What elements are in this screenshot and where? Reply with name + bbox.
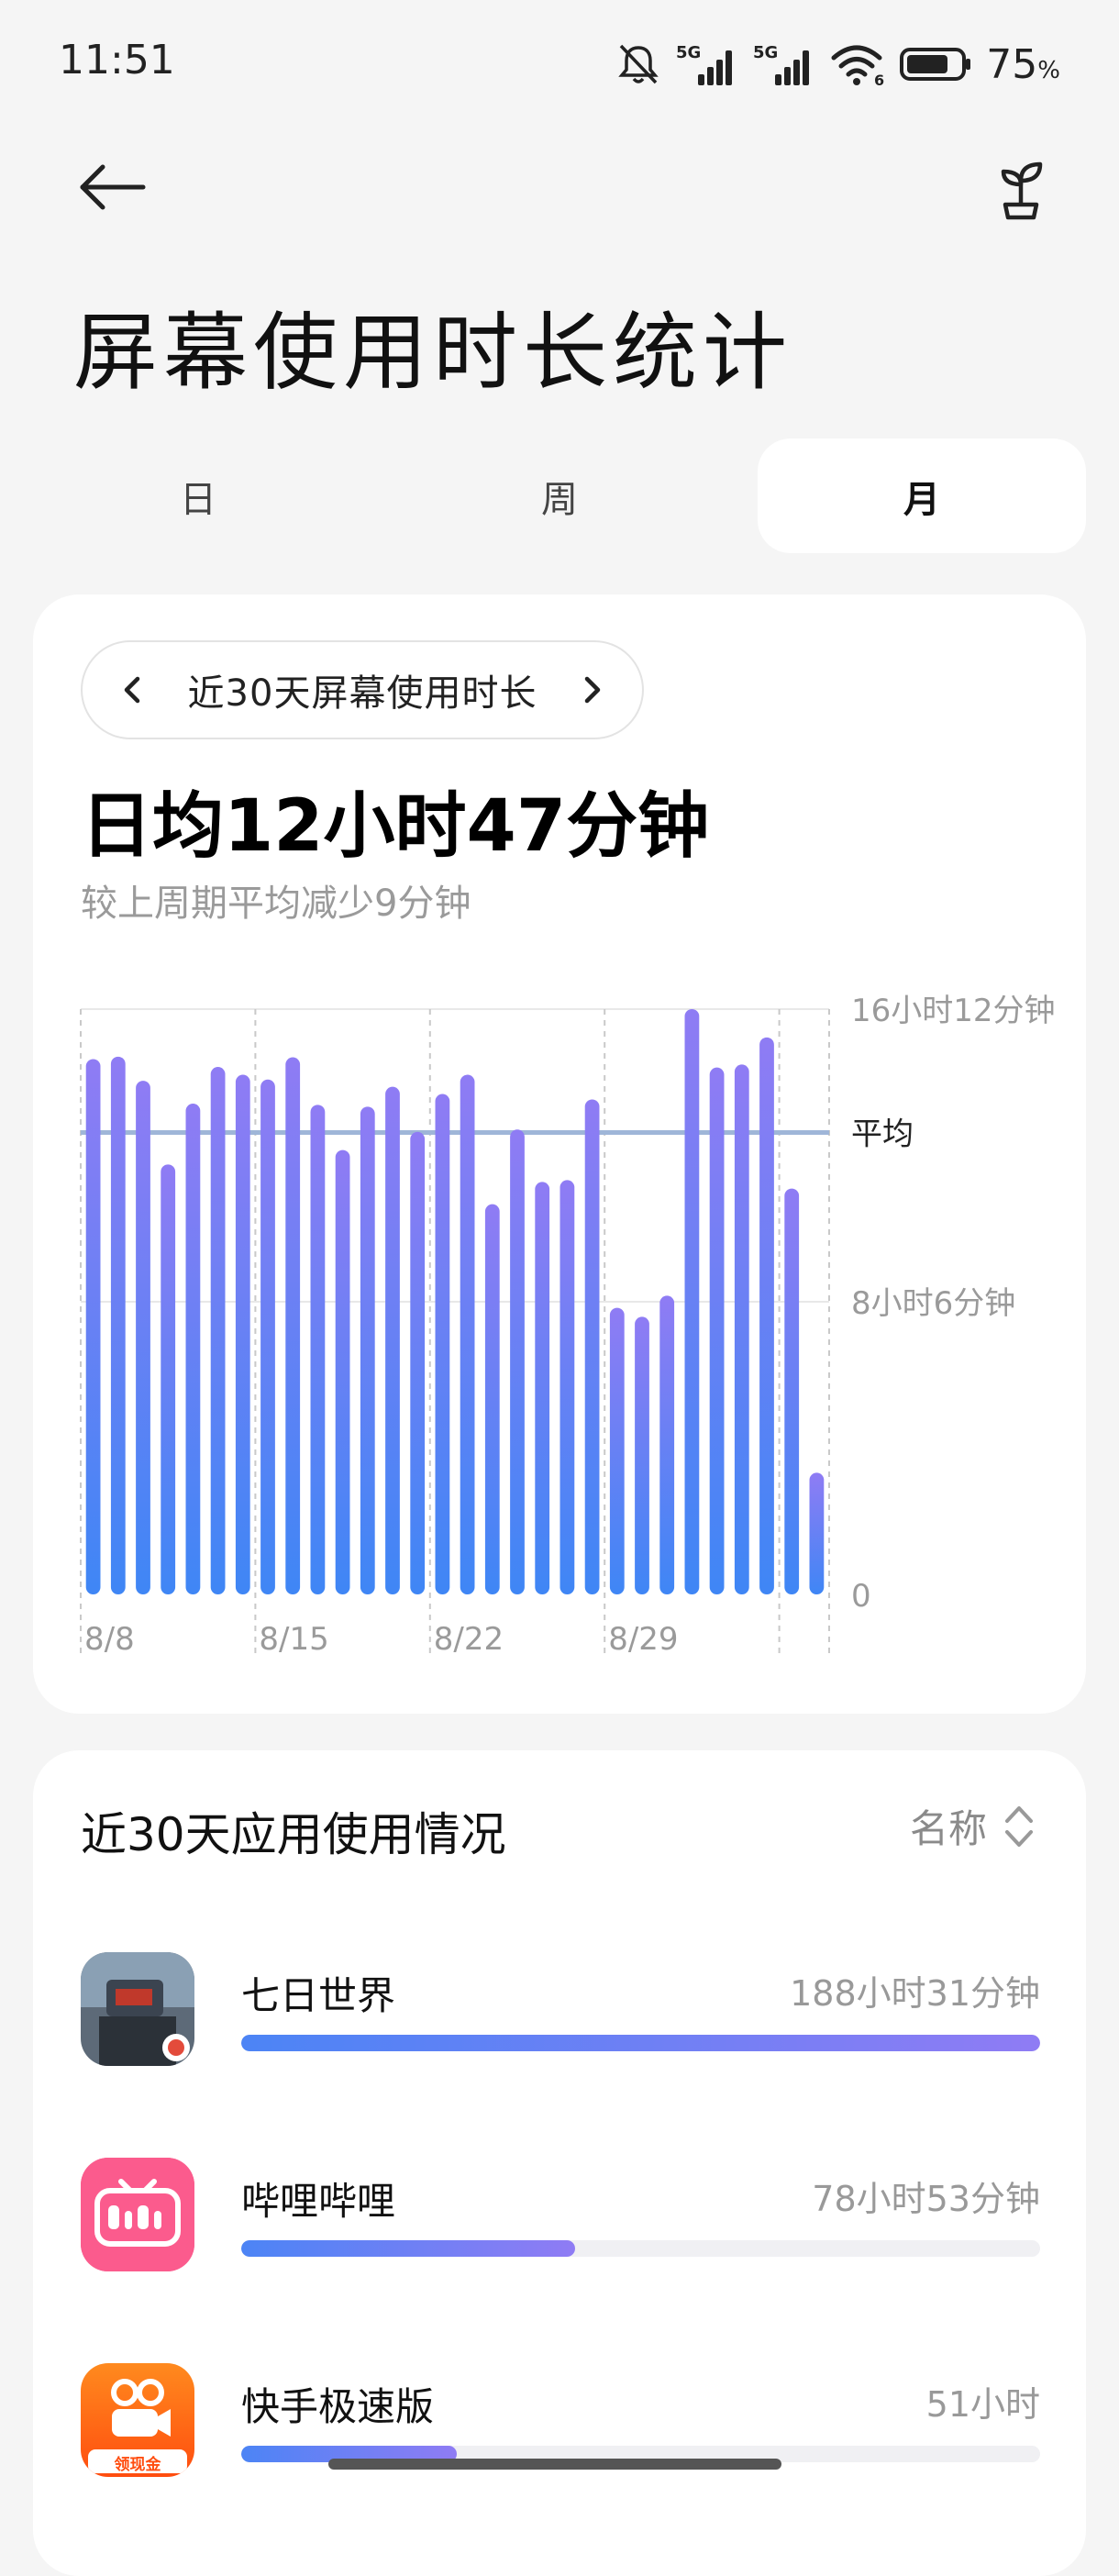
sprout-button[interactable] [980, 151, 1062, 234]
bar-9-4 [759, 1037, 774, 1594]
bar-8-12 [185, 1104, 201, 1594]
app-time: 78小时53分钟 [812, 2179, 1040, 2219]
network-label-1: 5G [676, 43, 701, 62]
wifi-badge: 6 [874, 72, 884, 87]
bar-8-18 [335, 1149, 350, 1594]
bar-8-9 [110, 1056, 126, 1594]
range-selector: 近30天屏幕使用时长 [81, 640, 644, 739]
bar-9-1 [684, 1009, 700, 1594]
bar-8-15 [260, 1079, 275, 1594]
app-row-bilibili[interactable]: 哔哩哔哩 78小时53分钟 [81, 2158, 1040, 2277]
bar-8-27 [560, 1180, 575, 1594]
app-usage-title: 近30天应用使用情况 [81, 1808, 506, 1861]
app-name: 七日世界 [241, 1973, 396, 2018]
chevron-left-icon[interactable] [119, 672, 147, 708]
usage-bar-chart: 平均 16小时12分钟 8小时6分钟 0 8/8 8/15 8/22 8/29 [80, 993, 1056, 1658]
app-row-qiri-world[interactable]: 七日世界 188小时31分钟 [81, 1952, 1040, 2071]
bar-9-3 [734, 1064, 749, 1594]
usage-bar [241, 2035, 1040, 2051]
bar-8-25 [510, 1129, 525, 1594]
bar-8-29 [609, 1307, 625, 1594]
x-tick-label: 8/22 [434, 1621, 504, 1658]
chevron-right-icon[interactable] [578, 672, 605, 708]
network-label-2: 5G [753, 43, 778, 62]
bar-8-19 [360, 1106, 375, 1594]
sort-label: 名称 [909, 1806, 987, 1851]
bar-8-11 [161, 1164, 176, 1594]
bar-8-10 [136, 1081, 150, 1594]
bar-8-14 [235, 1074, 250, 1594]
period-comparison: 较上周期平均减少9分钟 [81, 883, 471, 925]
tab-day[interactable]: 日 [33, 439, 363, 553]
qiri-world-icon [81, 1952, 194, 2066]
signal-icon: 5G [676, 43, 733, 85]
x-tick-label: 8/15 [259, 1621, 328, 1658]
home-indicator[interactable] [328, 2459, 781, 2470]
back-button[interactable] [73, 151, 156, 234]
wifi-icon: 6 [831, 45, 884, 87]
bar-8-17 [310, 1105, 326, 1594]
sprout-icon [1001, 161, 1043, 220]
bar-8-26 [535, 1182, 550, 1594]
period-tabs: 日 周 月 [33, 439, 1086, 553]
bar-8-28 [584, 1099, 600, 1594]
bar-8-16 [285, 1057, 301, 1594]
arrow-left-icon [80, 164, 146, 210]
range-label: 近30天屏幕使用时长 [187, 672, 537, 715]
bar-8-31 [659, 1295, 675, 1594]
bar-8-21 [410, 1131, 426, 1594]
usage-track [241, 2240, 1040, 2257]
x-tick-label: 8/29 [608, 1621, 678, 1658]
kuaishou-badge-text: 领现金 [114, 2456, 161, 2474]
bar-9-2 [709, 1067, 725, 1594]
bar-8-8 [85, 1059, 101, 1594]
status-time: 11:51 [59, 37, 175, 83]
bar-9-5 [784, 1188, 800, 1594]
app-time: 51小时 [925, 2384, 1040, 2425]
daily-average: 日均12小时47分钟 [81, 785, 710, 868]
status-icons: 5G 5G 6 75% [614, 37, 1060, 92]
app-name: 哔哩哔哩 [241, 2179, 396, 2224]
battery-percent: 75% [986, 40, 1060, 88]
app-name: 快手极速版 [241, 2384, 435, 2429]
tab-week[interactable]: 周 [394, 439, 725, 553]
bar-8-20 [385, 1086, 400, 1594]
bar-8-23 [460, 1074, 475, 1594]
bar-8-24 [484, 1204, 500, 1594]
signal-icon: 5G [753, 43, 810, 85]
average-label: 平均 [851, 1116, 914, 1153]
bar-8-13 [210, 1067, 226, 1594]
page-title: 屏幕使用时长统计 [73, 304, 793, 402]
sort-button[interactable]: 名称 [910, 1798, 1035, 1854]
y-tick-label: 16小时12分钟 [851, 993, 1056, 1029]
x-tick-label: 8/8 [84, 1621, 135, 1658]
app-time: 188小时31分钟 [790, 1973, 1040, 2014]
tab-month[interactable]: 月 [758, 439, 1086, 553]
y-tick-label: 8小时6分钟 [851, 1285, 1015, 1322]
usage-track [241, 2035, 1040, 2051]
bar-9-6 [809, 1472, 825, 1594]
sort-updown-icon [1005, 1805, 1033, 1847]
bar-8-30 [635, 1316, 649, 1594]
y-tick-label: 0 [851, 1578, 871, 1615]
usage-bar [241, 2240, 576, 2257]
bar-8-22 [435, 1094, 450, 1594]
bilibili-icon [81, 2158, 194, 2271]
battery-icon [900, 48, 971, 81]
mute-icon [618, 44, 659, 84]
